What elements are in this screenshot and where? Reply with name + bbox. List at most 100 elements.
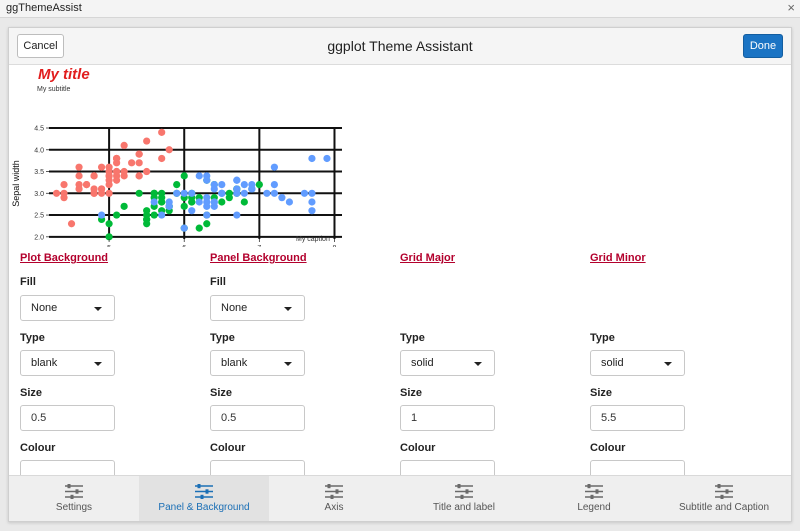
data-point-versicolor	[218, 198, 226, 206]
caret-down-icon	[94, 307, 102, 311]
grid-minor-colour-input[interactable]	[590, 460, 685, 475]
data-point-setosa	[128, 159, 136, 167]
data-point-virginica	[203, 172, 211, 180]
data-point-versicolor	[105, 220, 113, 228]
data-point-setosa	[143, 137, 151, 145]
data-point-virginica	[97, 211, 106, 219]
data-point-virginica	[150, 198, 158, 206]
tab-panel-background[interactable]: Panel & Background	[139, 476, 269, 521]
panel-background-colour-input[interactable]	[210, 460, 305, 475]
select-value: None	[221, 302, 248, 314]
done-button[interactable]: Done	[743, 34, 783, 58]
grid-major-colour-input[interactable]	[400, 460, 495, 475]
sliders-icon	[195, 484, 213, 499]
dialog-title: ggplot Theme Assistant	[327, 38, 473, 54]
data-point-setosa	[60, 189, 68, 197]
window-close-icon[interactable]: ×	[787, 1, 795, 15]
data-point-versicolor	[120, 202, 128, 210]
plot-background-colour-input[interactable]	[20, 460, 115, 475]
app-frame: ggplot Theme Assistant Cancel Done 2.0 2.…	[0, 18, 800, 531]
section-heading-panel-background[interactable]: Panel Background	[210, 252, 307, 264]
dialog-content: 2.02.53.03.54.04.55678Sepal lengthSepal …	[9, 65, 791, 475]
data-point-virginica	[308, 154, 316, 163]
type-label: Type	[400, 332, 425, 344]
data-point-setosa	[75, 172, 83, 180]
data-point-virginica	[278, 194, 286, 202]
panel-background-type-select[interactable]: blank	[210, 350, 305, 376]
tab-settings[interactable]: Settings	[9, 476, 139, 521]
data-point-virginica	[195, 198, 203, 206]
section-heading-grid-major[interactable]: Grid Major	[400, 252, 455, 264]
plot-background-size-input[interactable]: 0.5	[20, 405, 115, 431]
select-value: blank	[221, 357, 248, 369]
data-point-virginica	[195, 172, 203, 180]
data-point-versicolor	[195, 224, 203, 232]
data-point-setosa	[82, 180, 91, 189]
plot-subtitle: My subtitle	[37, 86, 71, 93]
tab-subtitle-and-caption[interactable]: Subtitle and Caption	[659, 476, 789, 521]
caret-down-icon	[474, 362, 482, 366]
tab-label: Subtitle and Caption	[678, 502, 770, 513]
plot-background-type-select[interactable]: blank	[20, 350, 115, 376]
data-point-setosa	[165, 146, 173, 154]
sliders-icon	[65, 484, 83, 499]
section-heading-grid-minor[interactable]: Grid Minor	[590, 252, 646, 264]
sliders-icon	[715, 484, 733, 499]
tab-title-and-label[interactable]: Title and label	[399, 476, 529, 521]
y-tick-label: 3.0	[34, 191, 44, 198]
colour-label: Colour	[210, 442, 246, 454]
size-label: Size	[590, 387, 613, 399]
type-label: Type	[210, 332, 235, 344]
panel-background-size-input[interactable]: 0.5	[210, 405, 305, 431]
data-point-versicolor	[135, 189, 143, 197]
tab-bar: Settings Panel & Background Axis Title a…	[9, 475, 791, 521]
sliders-icon	[455, 484, 473, 499]
data-point-setosa	[67, 220, 76, 228]
grid-major-size-input[interactable]: 1	[400, 405, 495, 431]
tab-label: Settings	[55, 502, 93, 513]
grid-minor-type-select[interactable]: solid	[590, 350, 685, 376]
cancel-button[interactable]: Cancel	[17, 34, 64, 58]
select-value: None	[31, 302, 58, 314]
section-heading-plot-background[interactable]: Plot Background	[20, 252, 108, 264]
plot-caption: My caption	[296, 236, 330, 243]
tab-label: Axis	[324, 502, 344, 513]
data-point-virginica	[308, 189, 316, 197]
data-point-setosa	[97, 185, 106, 193]
data-point-virginica	[323, 154, 331, 163]
tab-legend[interactable]: Legend	[529, 476, 659, 521]
data-point-versicolor	[225, 189, 233, 197]
data-point-setosa	[120, 141, 128, 150]
data-point-setosa	[135, 159, 143, 167]
panel-background-fill-select[interactable]: None	[210, 295, 305, 321]
data-point-setosa	[120, 172, 128, 180]
data-point-setosa	[158, 154, 166, 163]
sliders-icon	[585, 484, 603, 499]
colour-label: Colour	[20, 442, 56, 454]
data-point-setosa	[158, 128, 166, 136]
data-point-setosa	[52, 189, 61, 197]
select-value: solid	[601, 357, 624, 369]
y-tick-label: 4.5	[34, 126, 44, 133]
y-tick-label: 2.0	[34, 234, 44, 241]
data-point-virginica	[173, 189, 181, 197]
theme-assistant-dialog: ggplot Theme Assistant Cancel Done 2.0 2.…	[8, 27, 792, 522]
select-value: solid	[411, 357, 434, 369]
colour-label: Colour	[400, 442, 436, 454]
data-point-virginica	[308, 207, 316, 215]
data-point-setosa	[143, 167, 151, 176]
plot-background-fill-select[interactable]: None	[20, 295, 115, 321]
window-title: ggThemeAssist	[6, 2, 82, 14]
grid-major-type-select[interactable]: solid	[400, 350, 495, 376]
grid-minor-size-input[interactable]: 5.5	[590, 405, 685, 431]
data-point-setosa	[105, 176, 113, 184]
data-point-setosa	[90, 172, 98, 180]
data-point-virginica	[203, 198, 211, 206]
data-point-virginica	[308, 198, 316, 206]
fill-label: Fill	[20, 276, 36, 288]
tab-label: Panel & Background	[158, 502, 250, 513]
input-value: 0.5	[31, 412, 47, 424]
tab-axis[interactable]: Axis	[269, 476, 399, 521]
data-point-virginica	[240, 180, 248, 189]
data-point-setosa	[90, 189, 98, 197]
